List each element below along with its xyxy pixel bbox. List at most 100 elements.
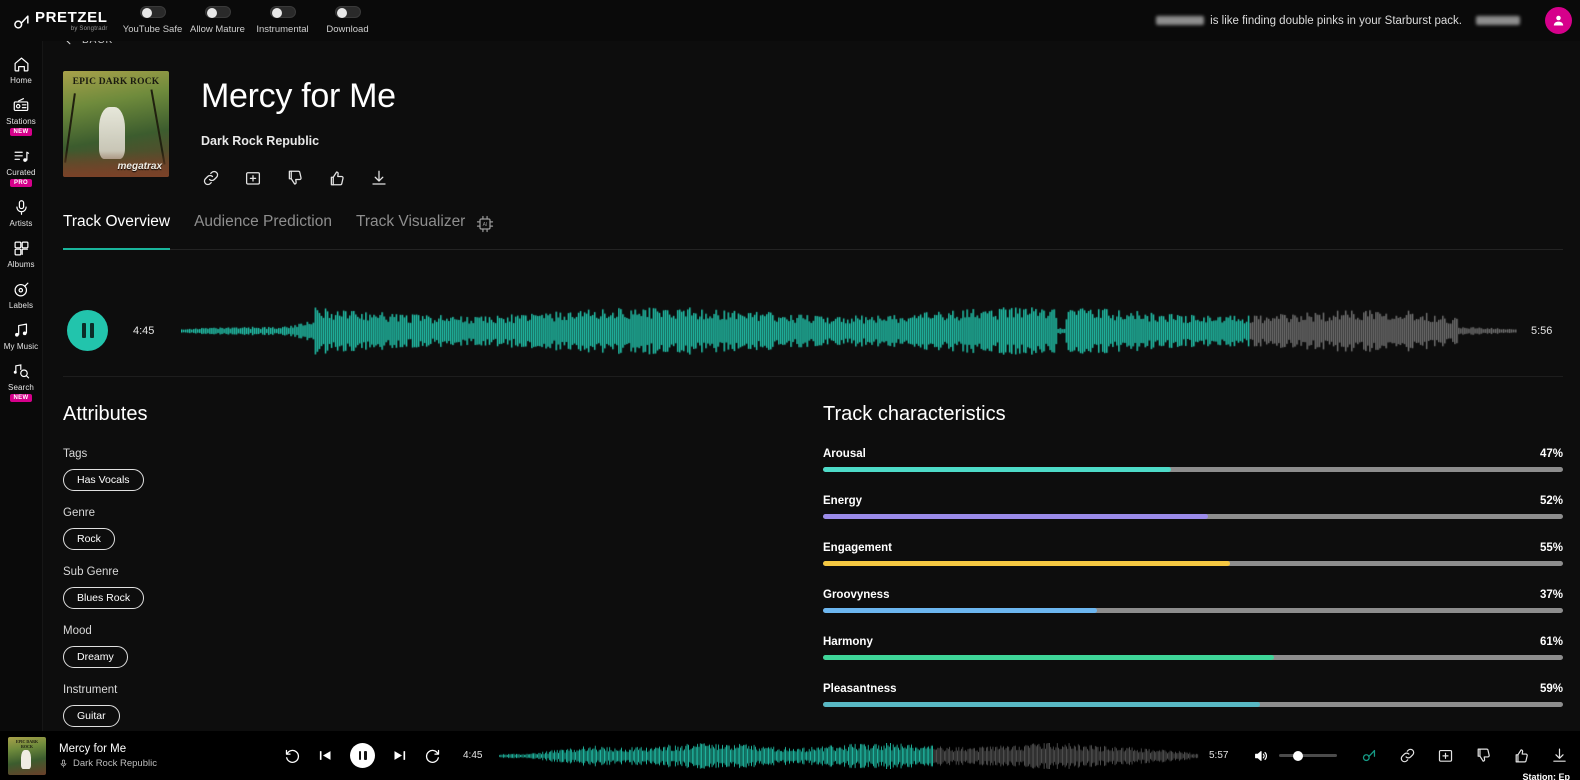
toggle-switch[interactable] [204, 6, 231, 18]
brand-logo[interactable]: PRETZEL by Songtradr [12, 10, 112, 32]
toggle-allow-mature[interactable]: Allow Mature [185, 6, 250, 35]
tab-track-overview[interactable]: Track Overview [63, 213, 171, 250]
download-icon[interactable] [369, 168, 389, 188]
next-track-icon[interactable] [392, 748, 407, 763]
sidebar-item-home[interactable]: Home [0, 55, 43, 85]
bottom-waveform[interactable] [499, 742, 1199, 769]
playback-controls [284, 743, 441, 768]
volume-slider[interactable] [1279, 750, 1337, 761]
search-music-icon [13, 362, 30, 380]
volume-icon[interactable] [1253, 748, 1269, 764]
attribute-chip[interactable]: Rock [63, 528, 115, 550]
attribute-chip[interactable]: Blues Rock [63, 587, 145, 609]
characteristic-track [823, 702, 1563, 707]
sidebar-item-my-music[interactable]: My Music [0, 321, 43, 351]
thumbs-up-icon[interactable] [1513, 747, 1530, 764]
forward-icon[interactable] [424, 747, 441, 764]
attribute-chip[interactable]: Guitar [63, 705, 120, 727]
characteristic-value: 55% [1539, 542, 1563, 554]
toggle-switch[interactable] [334, 6, 361, 18]
characteristic-row: Groovyness 37% [823, 589, 1563, 613]
albums-icon [13, 239, 30, 257]
toggle-instrumental[interactable]: Instrumental [250, 6, 315, 35]
attribute-chip[interactable]: Dreamy [63, 646, 128, 668]
characteristic-track [823, 608, 1563, 613]
album-cover: EPIC DARK ROCK megatrax [63, 71, 169, 177]
characteristic-name: Energy [823, 495, 862, 507]
waveform-canvas[interactable] [181, 306, 1517, 355]
main-content: BACK EPIC DARK ROCK megatrax Mercy for M… [43, 41, 1580, 731]
copy-link-icon[interactable] [201, 168, 221, 188]
characteristic-fill [823, 514, 1208, 519]
sidebar-item-search[interactable]: Search NEW [0, 362, 43, 402]
characteristic-name: Engagement [823, 542, 893, 554]
pretzel-icon[interactable] [1361, 747, 1378, 764]
toggle-switch[interactable] [269, 6, 296, 18]
previous-track-icon[interactable] [318, 748, 333, 763]
bottom-waveform-canvas[interactable] [499, 742, 1199, 769]
bottom-player-bar: EPIC DARK ROCK Mercy for Me Dark Rock Re… [0, 731, 1580, 780]
characteristic-fill [823, 702, 1260, 707]
waveform[interactable] [181, 306, 1517, 355]
avatar[interactable] [1545, 7, 1572, 34]
album-cover-brand: megatrax [117, 161, 162, 172]
sidebar-badge-new: NEW [9, 128, 33, 136]
toggle-knob [206, 8, 217, 18]
thumbs-up-icon[interactable] [327, 168, 347, 188]
download-icon[interactable] [1551, 747, 1568, 764]
sidebar-item-label: Artists [9, 219, 33, 228]
sidebar-item-label: Albums [7, 260, 35, 269]
rewind-icon[interactable] [284, 747, 301, 764]
sidebar-badge-new: NEW [9, 394, 33, 402]
sidebar-item-label: Stations [6, 117, 36, 126]
characteristic-value: 59% [1539, 683, 1563, 695]
back-button[interactable]: BACK [63, 41, 113, 46]
bottom-pause-button[interactable] [350, 743, 375, 768]
attribute-label: Tags [63, 448, 88, 460]
characteristics-list: Arousal 47% Energy 52% Engagement 55% Groovyne… [823, 448, 1563, 707]
volume-knob[interactable] [1292, 750, 1303, 761]
attribute-group-mood: Mood Dreamy [63, 625, 783, 684]
bottom-track-title[interactable]: Mercy for Me [59, 743, 274, 755]
attribute-group-tags: Tags Has Vocals [63, 448, 783, 507]
bottom-cover-title: EPIC DARK ROCK [15, 738, 39, 749]
app-root: PRETZEL by Songtradr YouTube Safe Allow … [0, 0, 1580, 780]
chevron-left-icon [63, 41, 74, 46]
volume-control [1253, 748, 1337, 764]
characteristic-row: Harmony 61% [823, 636, 1563, 660]
top-bar: PRETZEL by Songtradr YouTube Safe Allow … [0, 0, 1580, 41]
sidebar-item-artists[interactable]: Artists [0, 198, 43, 228]
add-to-playlist-icon[interactable] [243, 168, 263, 188]
sidebar-item-albums[interactable]: Albums [0, 239, 43, 269]
bottom-track-artist[interactable]: Dark Rock Republic [73, 758, 157, 769]
add-to-playlist-icon[interactable] [1437, 747, 1454, 764]
copy-link-icon[interactable] [1399, 747, 1416, 764]
characteristics-heading: Track characteristics [823, 403, 1006, 425]
bottom-album-cover[interactable]: EPIC DARK ROCK [8, 736, 46, 775]
pause-button[interactable] [67, 310, 108, 351]
tab-track-visualizer[interactable]: Track Visualizer [356, 213, 465, 240]
sidebar: Home Stations NEW Curated PRO Artists Al… [0, 41, 43, 731]
bottom-current-time: 4:45 [463, 750, 483, 761]
attribute-chip[interactable]: Has Vocals [63, 469, 144, 491]
characteristic-name: Pleasantness [823, 683, 897, 695]
pause-bar [358, 751, 361, 760]
tab-audience-prediction[interactable]: Audience Prediction [194, 213, 332, 240]
sidebar-item-stations[interactable]: Stations NEW [0, 96, 43, 136]
attributes-heading: Attributes [63, 403, 148, 425]
toggle-download[interactable]: Download [315, 6, 380, 35]
characteristic-track [823, 561, 1563, 566]
ai-chip-icon[interactable]: AI [475, 214, 495, 234]
thumbs-down-icon[interactable] [285, 168, 305, 188]
track-artist[interactable]: Dark Rock Republic [201, 134, 396, 148]
svg-text:AI: AI [483, 222, 488, 228]
toggle-youtube-safe[interactable]: YouTube Safe [120, 6, 185, 35]
thumbs-down-icon[interactable] [1475, 747, 1492, 764]
sidebar-item-labels[interactable]: Labels [0, 280, 43, 310]
characteristic-track [823, 655, 1563, 660]
attribute-group-genre: Genre Rock [63, 507, 783, 566]
toggle-switch[interactable] [139, 6, 166, 18]
microphone-icon [13, 198, 30, 216]
sidebar-item-curated[interactable]: Curated PRO [0, 147, 43, 187]
player-current-time: 4:45 [133, 324, 155, 337]
